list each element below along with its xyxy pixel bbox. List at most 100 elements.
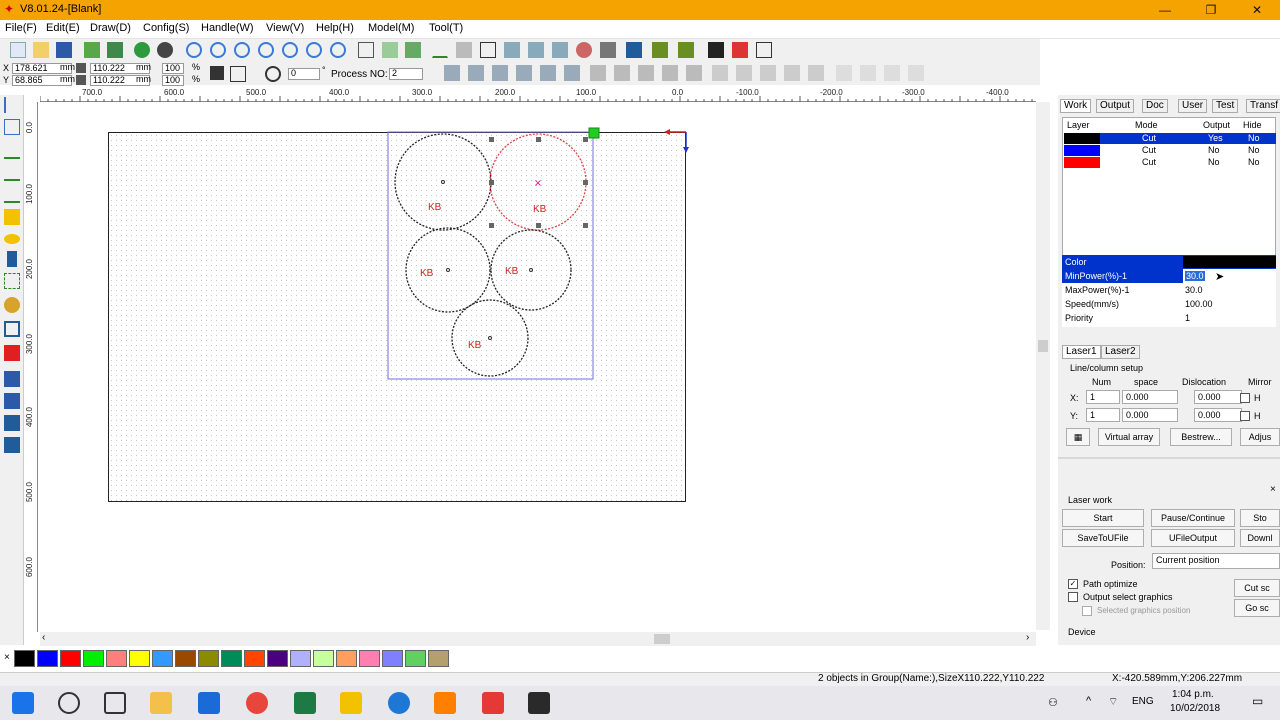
import-icon[interactable] [84,42,100,58]
mirror-icon[interactable] [552,42,568,58]
color-swatch[interactable] [152,650,173,667]
color-swatch[interactable] [175,650,196,667]
color-swatch[interactable] [336,650,357,667]
array-y-num[interactable]: 1 [1086,408,1120,422]
horizontal-scroll-thumb[interactable] [654,634,670,644]
node-edit-icon[interactable] [382,42,398,58]
color-swatch[interactable] [106,650,127,667]
color-swatch[interactable] [37,650,58,667]
curve-tool-icon[interactable] [4,187,20,203]
color-swatch[interactable] [405,650,426,667]
align-bottom-icon[interactable] [516,65,532,81]
zoom-out-icon[interactable] [234,42,250,58]
prop-row-priority[interactable]: Priority 1 [1062,311,1276,325]
align-left-icon[interactable] [444,65,460,81]
illustrator-icon[interactable] [434,692,456,714]
align-right-icon[interactable] [468,65,484,81]
wifi-icon[interactable]: ⌔ [1108,695,1118,709]
matrix-tool-icon[interactable] [4,437,20,453]
lead-in-icon[interactable] [576,42,592,58]
menu-config[interactable]: Config(S) [143,22,189,34]
ruler-icon[interactable] [756,42,772,58]
panel-close-icon[interactable]: × [1270,484,1276,495]
no-color-icon[interactable]: × [4,652,10,663]
color-swatch[interactable] [382,650,403,667]
zoom-page-icon[interactable] [282,42,298,58]
windows-start-icon[interactable] [12,692,34,714]
open-folder-icon[interactable] [33,42,49,58]
array-icon[interactable] [652,42,668,58]
curve-icon[interactable] [432,42,448,58]
prop-value[interactable]: 1 [1185,313,1190,323]
language-indicator[interactable]: ENG [1132,696,1154,707]
layer-output[interactable]: No [1208,145,1220,155]
array-y-dislocation[interactable]: 0.000 [1194,408,1242,422]
excel-icon[interactable] [294,692,316,714]
mirror-h-tool-icon[interactable] [4,371,20,387]
scroll-left-icon[interactable]: ‹ [42,632,45,643]
cut-icon[interactable] [456,42,472,58]
tray-arrow-icon[interactable]: ^ [1086,695,1091,707]
go-scale-button[interactable]: Go sc [1234,599,1280,617]
line-tool-icon[interactable] [4,143,20,159]
dist-3-icon[interactable] [884,65,900,81]
prop-value[interactable]: 100.00 [1185,299,1213,309]
array-tool-icon[interactable] [4,415,20,431]
scale-icon[interactable] [230,66,246,82]
polyline-tool-icon[interactable] [4,165,20,181]
arrange-2-icon[interactable] [736,65,752,81]
edge-icon[interactable] [388,692,410,714]
dist-2-icon[interactable] [860,65,876,81]
delete-tool-icon[interactable] [4,345,20,361]
ufile-output-button[interactable]: UFileOutput [1151,529,1235,547]
process-field[interactable]: 2 [389,68,423,80]
h-space-icon[interactable] [662,65,678,81]
width-percent-field[interactable]: 100 [162,63,184,74]
grid-tool-icon[interactable] [4,321,20,337]
zoom-all-icon[interactable] [330,42,346,58]
download-button[interactable]: Downl [1240,529,1280,547]
array-x-mirror-checkbox[interactable] [1240,393,1250,403]
zoom-select-icon[interactable] [306,42,322,58]
prop-row-speed[interactable]: Speed(mm/s) 100.00 [1062,297,1276,311]
save-icon[interactable] [56,42,72,58]
menu-handle[interactable]: Handle(W) [201,22,254,34]
array-grid-icon[interactable]: ▦ [1066,428,1090,446]
new-file-icon[interactable] [10,42,26,58]
tab-work[interactable]: Work [1060,99,1092,113]
menu-view[interactable]: View(V) [266,22,304,34]
layer-hide[interactable]: No [1248,133,1260,143]
search-icon[interactable] [58,692,80,714]
image-tool-icon[interactable] [4,297,20,313]
monitor-icon[interactable] [626,42,642,58]
virtual-array-button[interactable]: Virtual array [1098,428,1160,446]
menu-help[interactable]: Help(H) [316,22,354,34]
height-percent-field[interactable]: 100 [162,75,184,86]
color-swatch[interactable] [14,650,35,667]
tab-user[interactable]: User [1178,99,1208,113]
pause-continue-button[interactable]: Pause/Continue [1151,509,1235,527]
arrange-1-icon[interactable] [712,65,728,81]
minpower-value[interactable]: 30.0 [1185,271,1205,281]
arrange-3-icon[interactable] [760,65,776,81]
clock-time[interactable]: 1:04 p.m. [1172,689,1214,700]
menu-tool[interactable]: Tool(T) [429,22,463,34]
color-swatch[interactable] [428,650,449,667]
color-swatch[interactable] [290,650,311,667]
zoom-fit-icon[interactable] [258,42,274,58]
camera-icon[interactable] [708,42,724,58]
layer-row[interactable]: Cut No No [1064,145,1276,156]
tab-laser1[interactable]: Laser1 [1062,345,1101,359]
color-swatch[interactable] [60,650,81,667]
array-x-dislocation[interactable]: 0.000 [1194,390,1242,404]
laser-app-icon[interactable] [482,692,504,714]
arrange-4-icon[interactable] [784,65,800,81]
scroll-right-icon[interactable]: › [1026,632,1029,643]
stop-button[interactable]: Sto [1240,509,1280,527]
people-icon[interactable]: ⚇ [1048,696,1058,709]
path-optimize-checkbox[interactable]: ✓ [1068,579,1078,589]
circle-shape[interactable] [394,133,492,231]
circle-shape[interactable] [405,227,491,313]
close-button[interactable]: ✕ [1234,0,1280,20]
offset-icon[interactable] [600,42,616,58]
